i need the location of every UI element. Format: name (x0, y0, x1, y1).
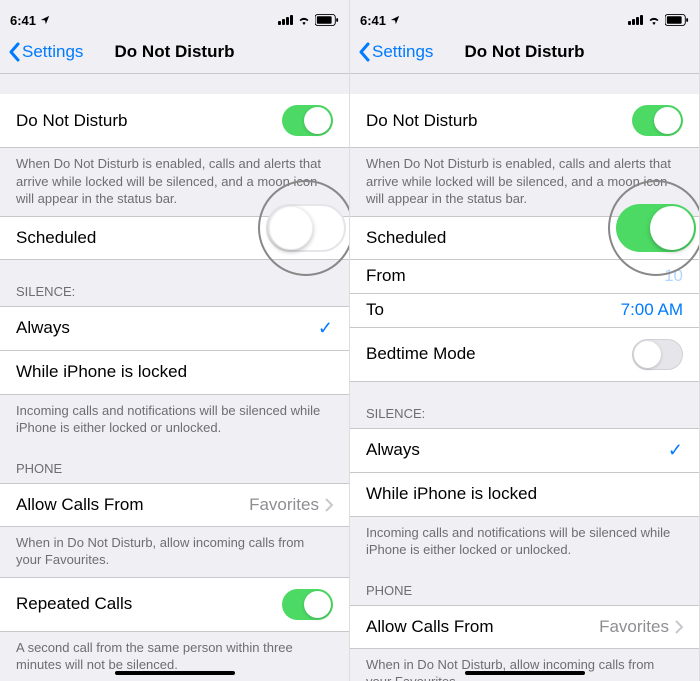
phone-right: 6:41 Settings Do Not Disturb Do Not Dist… (350, 0, 700, 681)
phone-header: Phone (0, 445, 349, 483)
location-icon (40, 15, 50, 25)
scheduled-toggle-enlarged[interactable] (616, 204, 696, 252)
battery-icon (315, 14, 339, 26)
status-bar: 6:41 (0, 10, 349, 30)
status-bar: 6:41 (350, 10, 699, 30)
battery-icon (665, 14, 689, 26)
dnd-label: Do Not Disturb (16, 111, 127, 131)
status-right (278, 14, 339, 26)
repeated-calls-toggle[interactable] (282, 589, 333, 620)
while-locked-label: While iPhone is locked (16, 362, 187, 382)
scheduled-label: Scheduled (16, 228, 96, 248)
silence-footer: Incoming calls and notifications will be… (0, 395, 349, 445)
always-label: Always (16, 318, 70, 338)
status-right (628, 14, 689, 26)
back-button[interactable]: Settings (0, 42, 83, 62)
while-locked-label: While iPhone is locked (366, 484, 537, 504)
scheduled-label: Scheduled (366, 228, 446, 248)
to-value: 7:00 AM (621, 300, 683, 320)
signal-icon (628, 15, 643, 25)
repeated-calls-row[interactable]: Repeated Calls (0, 577, 349, 632)
dnd-row[interactable]: Do Not Disturb (0, 94, 349, 148)
bedtime-row[interactable]: Bedtime Mode (350, 328, 699, 382)
silence-footer: Incoming calls and notifications will be… (350, 517, 699, 567)
check-icon: ✓ (318, 318, 333, 339)
repeated-calls-label: Repeated Calls (16, 594, 132, 614)
always-row[interactable]: Always ✓ (350, 428, 699, 473)
status-time: 6:41 (10, 13, 36, 28)
while-locked-row[interactable]: While iPhone is locked (350, 473, 699, 517)
nav-title: Do Not Disturb (115, 42, 235, 62)
bedtime-toggle[interactable] (632, 339, 683, 370)
silence-header: Silence: (0, 260, 349, 306)
dnd-row[interactable]: Do Not Disturb (350, 94, 699, 148)
back-label: Settings (22, 42, 83, 62)
wifi-icon (297, 15, 311, 25)
always-label: Always (366, 440, 420, 460)
while-locked-row[interactable]: While iPhone is locked (0, 351, 349, 395)
nav-bar: Settings Do Not Disturb (0, 30, 349, 74)
check-icon: ✓ (668, 440, 683, 461)
to-label: To (366, 300, 384, 320)
dnd-toggle[interactable] (632, 105, 683, 136)
allow-calls-footer: When in Do Not Disturb, allow incoming c… (350, 649, 699, 681)
nav-bar: Settings Do Not Disturb (350, 30, 699, 74)
allow-calls-row[interactable]: Allow Calls From Favorites (350, 605, 699, 649)
from-row[interactable]: From 10 (350, 260, 699, 294)
back-button[interactable]: Settings (350, 42, 433, 62)
silence-header: Silence: (350, 382, 699, 428)
settings-content[interactable]: Do Not Disturb When Do Not Disturb is en… (350, 74, 699, 681)
allow-calls-value: Favorites (599, 617, 669, 637)
back-label: Settings (372, 42, 433, 62)
allow-calls-value: Favorites (249, 495, 319, 515)
chevron-right-icon (325, 498, 333, 512)
signal-icon (278, 15, 293, 25)
from-label: From (366, 266, 406, 286)
chevron-right-icon (675, 620, 683, 634)
home-indicator[interactable] (115, 671, 235, 675)
dnd-label: Do Not Disturb (366, 111, 477, 131)
phone-left: 6:41 Settings Do Not Disturb Do Not Dist… (0, 0, 350, 681)
wifi-icon (647, 15, 661, 25)
allow-calls-label: Allow Calls From (366, 617, 494, 637)
dnd-toggle[interactable] (282, 105, 333, 136)
chevron-left-icon (8, 42, 20, 62)
always-row[interactable]: Always ✓ (0, 306, 349, 351)
chevron-left-icon (358, 42, 370, 62)
home-indicator[interactable] (465, 671, 585, 675)
allow-calls-label: Allow Calls From (16, 495, 144, 515)
location-icon (390, 15, 400, 25)
to-row[interactable]: To 7:00 AM (350, 294, 699, 328)
phone-header: Phone (350, 567, 699, 605)
nav-title: Do Not Disturb (465, 42, 585, 62)
bedtime-label: Bedtime Mode (366, 344, 476, 364)
settings-content[interactable]: Do Not Disturb When Do Not Disturb is en… (0, 74, 349, 681)
scheduled-toggle-enlarged[interactable] (266, 204, 346, 252)
allow-calls-footer: When in Do Not Disturb, allow incoming c… (0, 527, 349, 577)
status-time: 6:41 (360, 13, 386, 28)
from-value: 10 (664, 266, 683, 286)
allow-calls-row[interactable]: Allow Calls From Favorites (0, 483, 349, 527)
